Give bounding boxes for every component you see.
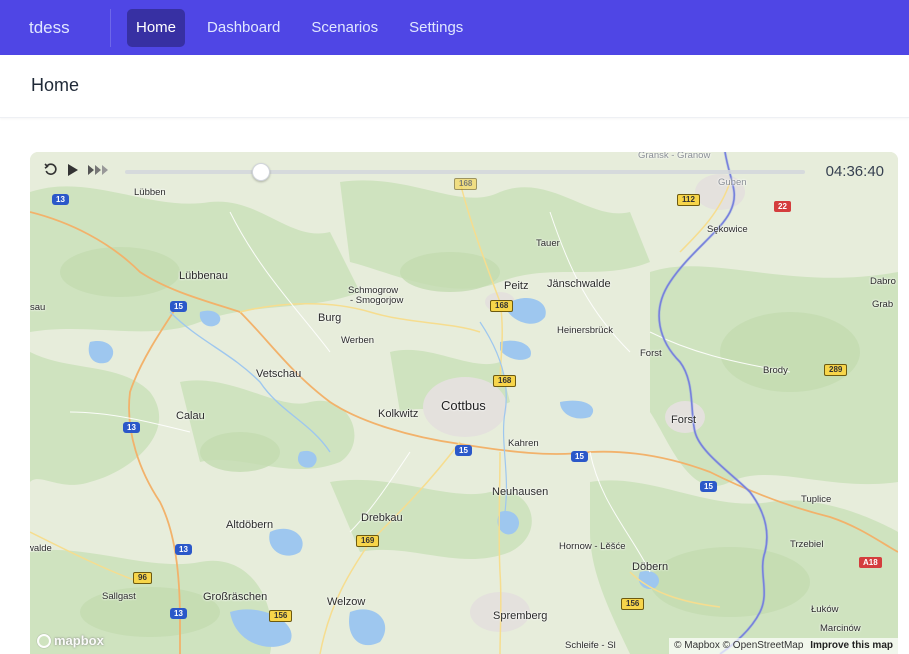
road-shield: 15 <box>571 451 588 462</box>
timeline-slider[interactable] <box>125 170 805 174</box>
place-label: Marcinów <box>820 623 861 634</box>
attribution-mapbox-link[interactable]: © Mapbox <box>674 640 720 651</box>
place-label: Schleife - Sl <box>565 640 616 651</box>
place-label: Forst <box>640 348 662 359</box>
place-label: Gransk - Granow <box>638 152 711 161</box>
fast-forward-icon[interactable] <box>87 162 111 178</box>
page-title: Home <box>31 75 80 95</box>
improve-map-link[interactable]: Improve this map <box>810 640 893 651</box>
road-shield: 156 <box>269 610 293 622</box>
nav-settings[interactable]: Settings <box>400 9 472 47</box>
map-attribution: © Mapbox © OpenStreetMap Improve this ma… <box>669 638 898 654</box>
play-icon[interactable] <box>65 162 81 178</box>
playback-controls <box>43 162 111 178</box>
place-label: Kahren <box>508 438 539 449</box>
place-label: Kolkwitz <box>378 408 419 420</box>
place-label: Drebkau <box>361 512 403 524</box>
place-label: Brody <box>763 365 788 376</box>
road-shield: 156 <box>621 598 645 610</box>
road-shield: 13 <box>175 544 192 555</box>
nav-scenarios[interactable]: Scenarios <box>302 9 387 47</box>
road-shield: 169 <box>356 535 380 547</box>
place-label: Lübben <box>134 187 166 198</box>
place-label: Lübbenau <box>179 270 228 282</box>
road-shield: A18 <box>859 557 882 568</box>
map-container[interactable]: 04:36:40 Gransk - Granow Guben Lübben Sę… <box>30 152 898 654</box>
mapbox-logo[interactable]: mapbox <box>37 633 104 648</box>
place-label: Peitz <box>504 280 529 292</box>
road-shield: 15 <box>455 445 472 456</box>
road-shield: 15 <box>170 301 187 312</box>
place-label: Calau <box>176 410 205 422</box>
brand-logo[interactable]: tdess <box>0 8 111 47</box>
place-label: Tuplice <box>801 494 832 505</box>
mapbox-logo-icon <box>37 633 51 648</box>
place-label: Tauer <box>536 238 560 249</box>
place-label: Welzow <box>327 596 366 608</box>
road-shield: 13 <box>52 194 69 205</box>
place-label: walde <box>30 543 52 554</box>
road-shield: 112 <box>677 194 700 206</box>
place-label: Forst <box>671 414 697 426</box>
place-label: Hornow - Lěšće <box>559 541 626 552</box>
place-label: Łuków <box>811 604 839 615</box>
nav-home[interactable]: Home <box>127 8 186 47</box>
place-label: Heinersbrück <box>557 325 613 336</box>
road-shield: 13 <box>123 422 140 433</box>
mapbox-logo-text: mapbox <box>54 633 104 648</box>
road-shield: 15 <box>700 481 717 492</box>
place-label: sau <box>30 302 46 313</box>
place-label: Spremberg <box>493 610 548 622</box>
place-label: Großräschen <box>203 591 268 603</box>
place-label: Trzebiel <box>790 539 824 550</box>
reset-icon[interactable] <box>43 162 59 178</box>
place-label: Werben <box>341 335 375 346</box>
place-label: Altdöbern <box>226 519 274 531</box>
place-label: Jänschwalde <box>547 278 611 290</box>
road-shield: 289 <box>824 364 848 376</box>
timeline-slider-thumb[interactable] <box>252 163 270 181</box>
nav-dashboard[interactable]: Dashboard <box>198 9 289 47</box>
playback-time: 04:36:40 <box>825 163 884 180</box>
place-label: - Smogorjow <box>350 295 404 306</box>
road-shield: 168 <box>493 375 517 387</box>
place-label: Burg <box>318 312 342 324</box>
attribution-osm-link[interactable]: © OpenStreetMap <box>723 640 804 651</box>
top-navbar: tdess Home Dashboard Scenarios Settings <box>0 0 909 55</box>
place-label: Döbern <box>632 561 669 573</box>
road-shield: 22 <box>774 201 791 212</box>
place-label-city: Cottbus <box>441 398 486 413</box>
road-shield: 168 <box>454 178 478 190</box>
place-label: Guben <box>718 177 747 188</box>
place-label: Dabro <box>870 276 896 287</box>
place-label: Grab <box>872 299 894 310</box>
place-label: Neuhausen <box>492 486 549 498</box>
place-label: Sallgast <box>102 591 136 602</box>
page-header: Home <box>0 55 909 118</box>
place-label: Vetschau <box>256 368 302 380</box>
place-label: Sękowice <box>707 224 748 235</box>
road-shield: 13 <box>170 608 187 619</box>
road-shield: 96 <box>133 572 152 584</box>
road-shield: 168 <box>490 300 514 312</box>
